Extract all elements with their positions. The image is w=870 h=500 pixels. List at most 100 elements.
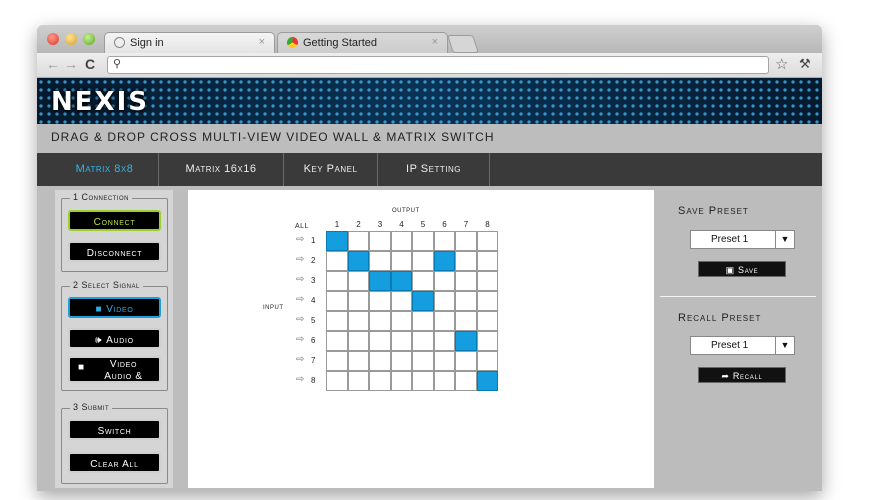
tab-close-icon[interactable]: ×: [259, 36, 265, 48]
zoom-window-button[interactable]: [83, 33, 95, 45]
wrench-icon[interactable]: ⚒: [799, 56, 811, 72]
browser-tab-sign-in[interactable]: Sign in ×: [104, 32, 275, 53]
matrix-cell[interactable]: [347, 271, 369, 291]
matrix-cell[interactable]: [326, 371, 348, 391]
matrix-cell[interactable]: [433, 231, 455, 251]
matrix-cell[interactable]: [347, 311, 369, 331]
matrix-cell[interactable]: [476, 271, 498, 291]
matrix-cell[interactable]: [390, 331, 412, 351]
matrix-cell[interactable]: [433, 311, 455, 331]
matrix-cell[interactable]: [347, 351, 369, 371]
matrix-cell[interactable]: [433, 271, 455, 291]
matrix-cell[interactable]: [412, 371, 434, 391]
drag-arrow-icon[interactable]: ⇨: [296, 234, 304, 245]
matrix-cell[interactable]: [455, 231, 477, 251]
matrix-cell[interactable]: [347, 331, 369, 351]
address-bar[interactable]: ⚲: [107, 56, 769, 74]
matrix-cell[interactable]: [455, 371, 477, 391]
matrix-cell[interactable]: [455, 271, 477, 291]
star-icon[interactable]: ☆: [775, 55, 788, 73]
drag-arrow-icon[interactable]: ⇨: [296, 314, 304, 325]
browser-tab-getting-started[interactable]: Getting Started ×: [277, 32, 448, 53]
matrix-cell[interactable]: [455, 251, 477, 271]
matrix-cell[interactable]: [390, 291, 412, 311]
minimize-window-button[interactable]: [65, 33, 77, 45]
save-preset-select[interactable]: Preset 1 ▼: [690, 230, 795, 249]
reload-icon[interactable]: C: [85, 56, 95, 72]
matrix-cell[interactable]: [433, 331, 455, 351]
matrix-cell[interactable]: [347, 231, 369, 251]
matrix-cell[interactable]: [326, 331, 348, 351]
drag-arrow-icon[interactable]: ⇨: [296, 294, 304, 305]
matrix-cell[interactable]: [326, 231, 348, 251]
save-button[interactable]: ▣ Save: [698, 261, 786, 277]
matrix-cell[interactable]: [476, 291, 498, 311]
audio-button[interactable]: 🕪 Audio: [68, 328, 161, 349]
recall-preset-select[interactable]: Preset 1 ▼: [690, 336, 795, 355]
matrix-cell[interactable]: [369, 311, 391, 331]
nav-tab-ip-setting[interactable]: IP Setting: [378, 153, 490, 186]
matrix-cell[interactable]: [369, 331, 391, 351]
switch-button[interactable]: Switch: [68, 419, 161, 440]
matrix-cell[interactable]: [390, 231, 412, 251]
matrix-cell[interactable]: [476, 371, 498, 391]
nav-tab-matrix-8x8[interactable]: Matrix 8x8: [51, 153, 159, 186]
matrix-cell[interactable]: [390, 271, 412, 291]
matrix-cell[interactable]: [455, 291, 477, 311]
matrix-cell[interactable]: [455, 351, 477, 371]
video-button[interactable]: ■ Video: [68, 297, 161, 318]
matrix-cell[interactable]: [390, 251, 412, 271]
tab-close-icon[interactable]: ×: [432, 36, 438, 48]
matrix-cell[interactable]: [476, 251, 498, 271]
matrix-cell[interactable]: [369, 271, 391, 291]
matrix-cell[interactable]: [390, 351, 412, 371]
matrix-cell[interactable]: [326, 291, 348, 311]
drag-arrow-icon[interactable]: ⇨: [296, 334, 304, 345]
matrix-cell[interactable]: [412, 311, 434, 331]
matrix-cell[interactable]: [390, 311, 412, 331]
close-window-button[interactable]: [47, 33, 59, 45]
drag-arrow-icon[interactable]: ⇨: [296, 374, 304, 385]
matrix-cell[interactable]: [412, 351, 434, 371]
matrix-cell[interactable]: [412, 271, 434, 291]
arrow-left-icon[interactable]: ←: [46, 56, 60, 72]
matrix-cell[interactable]: [433, 291, 455, 311]
video-audio-button[interactable]: ■ Video Audio &: [68, 356, 161, 383]
drag-arrow-icon[interactable]: ⇨: [296, 254, 304, 265]
matrix-cell[interactable]: [433, 351, 455, 371]
matrix-cell[interactable]: [347, 251, 369, 271]
matrix-cell[interactable]: [369, 371, 391, 391]
new-tab-button[interactable]: [447, 35, 479, 53]
clear-all-button[interactable]: Clear All: [68, 452, 161, 473]
matrix-cell[interactable]: [455, 331, 477, 351]
matrix-cell[interactable]: [433, 251, 455, 271]
matrix-cell[interactable]: [390, 371, 412, 391]
matrix-cell[interactable]: [326, 311, 348, 331]
matrix-cell[interactable]: [326, 251, 348, 271]
matrix-cell[interactable]: [369, 251, 391, 271]
drag-arrow-icon[interactable]: ⇨: [296, 354, 304, 365]
matrix-cell[interactable]: [476, 351, 498, 371]
nav-tab-key-panel[interactable]: Key Panel: [284, 153, 378, 186]
matrix-cell[interactable]: [476, 331, 498, 351]
matrix-cell[interactable]: [433, 371, 455, 391]
matrix-cell[interactable]: [369, 351, 391, 371]
matrix-cell[interactable]: [412, 231, 434, 251]
matrix-cell[interactable]: [455, 311, 477, 331]
matrix-cell[interactable]: [347, 291, 369, 311]
matrix-cell[interactable]: [326, 271, 348, 291]
connect-button[interactable]: Connect: [68, 210, 161, 231]
matrix-cell[interactable]: [412, 291, 434, 311]
nav-tab-matrix-16x16[interactable]: Matrix 16x16: [159, 153, 284, 186]
matrix-cell[interactable]: [369, 231, 391, 251]
matrix-cell[interactable]: [369, 291, 391, 311]
matrix-cell[interactable]: [476, 311, 498, 331]
matrix-cell[interactable]: [347, 371, 369, 391]
matrix-cell[interactable]: [412, 251, 434, 271]
disconnect-button[interactable]: Disconnect: [68, 241, 161, 262]
matrix-cell[interactable]: [326, 351, 348, 371]
matrix-cell[interactable]: [412, 331, 434, 351]
arrow-right-icon[interactable]: →: [64, 56, 78, 72]
matrix-cell[interactable]: [476, 231, 498, 251]
drag-arrow-icon[interactable]: ⇨: [296, 274, 304, 285]
